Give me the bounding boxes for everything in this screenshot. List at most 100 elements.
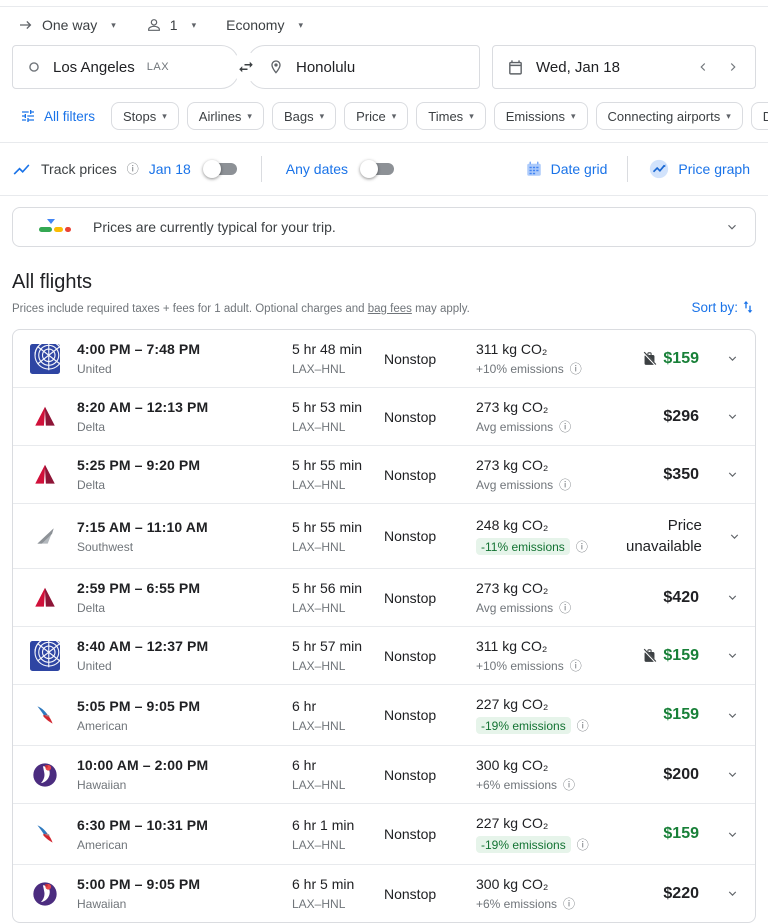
expand-flight-button[interactable] (709, 591, 755, 604)
price-cell: $159 (626, 350, 709, 368)
expand-flight-button[interactable] (709, 709, 755, 722)
flight-row[interactable]: 5:05 PM – 9:05 PMAmerican6 hrLAX–HNLNons… (13, 684, 755, 745)
origin-input[interactable]: Los Angeles LAX (12, 45, 239, 89)
trip-type-dropdown[interactable]: One way ▾ (18, 17, 116, 33)
emissions-delta: +10% emissions (476, 362, 564, 376)
emissions-cell: 300 kg CO₂+6% emissionsⓘ (476, 757, 626, 792)
sort-by-label: Sort by: (691, 300, 738, 315)
filter-chips: Stops▾ Airlines▾ Bags▾ Price▾ Times▾ Emission… (111, 102, 768, 130)
stops-cell: Nonstop (384, 648, 476, 664)
flight-row[interactable]: 6:30 PM – 10:31 PMAmerican6 hr 1 minLAX–… (13, 803, 755, 864)
flight-row[interactable]: 4:00 PM – 7:48 PMUnited5 hr 48 minLAX–HN… (13, 330, 755, 387)
filter-chip-stops[interactable]: Stops▾ (111, 102, 179, 130)
any-dates-toggle[interactable] (360, 160, 394, 178)
info-icon[interactable]: ⓘ (563, 898, 575, 910)
filter-chip-airlines[interactable]: Airlines▾ (187, 102, 264, 130)
price-insight-banner[interactable]: Prices are currently typical for your tr… (12, 207, 756, 247)
flight-price: $296 (663, 408, 699, 426)
flight-row[interactable]: 10:00 AM – 2:00 PMHawaiian6 hrLAX–HNLNon… (13, 745, 755, 803)
swap-route-button[interactable] (231, 52, 261, 82)
info-icon[interactable]: ⓘ (559, 602, 571, 614)
expand-flight-button[interactable] (709, 887, 755, 900)
flight-route: LAX–HNL (292, 362, 384, 376)
flight-price: $350 (663, 466, 699, 484)
date-value: Wed, Jan 18 (536, 59, 677, 76)
departure-arrival-times: 5:25 PM – 9:20 PM (77, 457, 292, 473)
filter-chip-duration[interactable]: Duration▾ (751, 102, 768, 130)
chevron-down-icon (726, 828, 739, 841)
flight-row[interactable]: 5:25 PM – 9:20 PMDelta5 hr 55 minLAX–HNL… (13, 445, 755, 503)
swap-horizontal-icon (237, 58, 255, 76)
flight-duration: 5 hr 56 min (292, 580, 384, 596)
flight-row[interactable]: 8:20 AM – 12:13 PMDelta5 hr 53 minLAX–HN… (13, 387, 755, 445)
info-icon[interactable]: ⓘ (570, 660, 582, 672)
expand-flight-button[interactable] (709, 468, 755, 481)
stops-label: Nonstop (384, 409, 476, 425)
airline-logo-hawaiian-icon (13, 880, 77, 908)
expand-flight-button[interactable] (712, 530, 756, 543)
flight-route: LAX–HNL (292, 659, 384, 673)
filter-chip-emissions[interactable]: Emissions▾ (494, 102, 588, 130)
tracked-date-label[interactable]: Jan 18 (149, 161, 191, 177)
flight-list: 4:00 PM – 7:48 PMUnited5 hr 48 minLAX–HN… (12, 329, 756, 923)
info-icon[interactable]: ⓘ (559, 479, 571, 491)
toggle-thumb (203, 160, 221, 178)
expand-flight-button[interactable] (709, 649, 755, 662)
date-grid-button[interactable]: Date grid (519, 160, 614, 178)
flight-row[interactable]: 7:15 AM – 11:10 AMSouthwest5 hr 55 minLA… (13, 503, 755, 568)
filter-chip-price[interactable]: Price▾ (344, 102, 408, 130)
flight-price: $159 (663, 706, 699, 724)
gauge-green-segment (39, 227, 52, 232)
chevron-down-icon (726, 468, 739, 481)
cabin-class-dropdown[interactable]: Economy ▾ (226, 17, 303, 33)
date-input[interactable]: Wed, Jan 18 (492, 45, 756, 89)
duration-cell: 5 hr 57 minLAX–HNL (292, 638, 384, 673)
destination-input[interactable]: Honolulu (247, 45, 480, 89)
chevron-right-icon (726, 60, 740, 74)
expand-flight-button[interactable] (709, 410, 755, 423)
price-insight-message: Prices are currently typical for your tr… (93, 219, 725, 235)
passengers-dropdown[interactable]: 1 ▾ (146, 17, 196, 33)
info-icon[interactable]: ⓘ (577, 839, 589, 851)
chevron-down-icon (726, 709, 739, 722)
info-icon[interactable]: ⓘ (559, 421, 571, 433)
flight-route: LAX–HNL (292, 540, 384, 554)
price-graph-button[interactable]: Price graph (642, 158, 756, 180)
expand-flight-button[interactable] (709, 768, 755, 781)
info-icon[interactable]: ⓘ (577, 720, 589, 732)
flight-times-cell: 10:00 AM – 2:00 PMHawaiian (77, 757, 292, 792)
search-row: Los Angeles LAX Honolulu Wed, Jan 18 (0, 41, 768, 89)
flight-row[interactable]: 5:00 PM – 9:05 PMHawaiian6 hr 5 minLAX–H… (13, 864, 755, 922)
line-chart-icon (648, 158, 670, 180)
info-icon[interactable]: ⓘ (563, 779, 575, 791)
info-icon[interactable]: ⓘ (127, 163, 139, 175)
departure-arrival-times: 8:20 AM – 12:13 PM (77, 399, 292, 415)
flight-row[interactable]: 2:59 PM – 6:55 PMDelta5 hr 56 minLAX–HNL… (13, 568, 755, 626)
track-date-toggle[interactable] (203, 160, 237, 178)
stops-cell: Nonstop (384, 826, 476, 842)
flight-times-cell: 7:15 AM – 11:10 AMSouthwest (77, 519, 292, 554)
any-dates-label[interactable]: Any dates (286, 161, 348, 177)
all-filters-button[interactable]: All filters (12, 108, 103, 124)
flight-row[interactable]: 8:40 AM – 12:37 PMUnited5 hr 57 minLAX–H… (13, 626, 755, 684)
chevron-down-icon (726, 591, 739, 604)
flight-times-cell: 8:20 AM – 12:13 PMDelta (77, 399, 292, 434)
airline-logo-united-icon (13, 344, 77, 374)
stops-cell: Nonstop (384, 707, 476, 723)
info-icon[interactable]: ⓘ (570, 363, 582, 375)
filter-chip-bags[interactable]: Bags▾ (272, 102, 336, 130)
flight-duration: 6 hr (292, 698, 384, 714)
filter-chip-connecting-airports[interactable]: Connecting airports▾ (596, 102, 743, 130)
chevron-down-icon[interactable] (725, 220, 739, 234)
previous-date-button[interactable] (689, 53, 717, 81)
filter-chip-times[interactable]: Times▾ (416, 102, 485, 130)
arrow-right-icon (18, 17, 34, 33)
expand-flight-button[interactable] (709, 828, 755, 841)
next-date-button[interactable] (719, 53, 747, 81)
bag-fees-link[interactable]: bag fees (368, 303, 412, 315)
expand-flight-button[interactable] (709, 352, 755, 365)
info-icon[interactable]: ⓘ (576, 541, 588, 553)
sort-by-button[interactable]: Sort by: (691, 299, 756, 315)
departure-arrival-times: 7:15 AM – 11:10 AM (77, 519, 292, 535)
duration-cell: 6 hrLAX–HNL (292, 698, 384, 733)
